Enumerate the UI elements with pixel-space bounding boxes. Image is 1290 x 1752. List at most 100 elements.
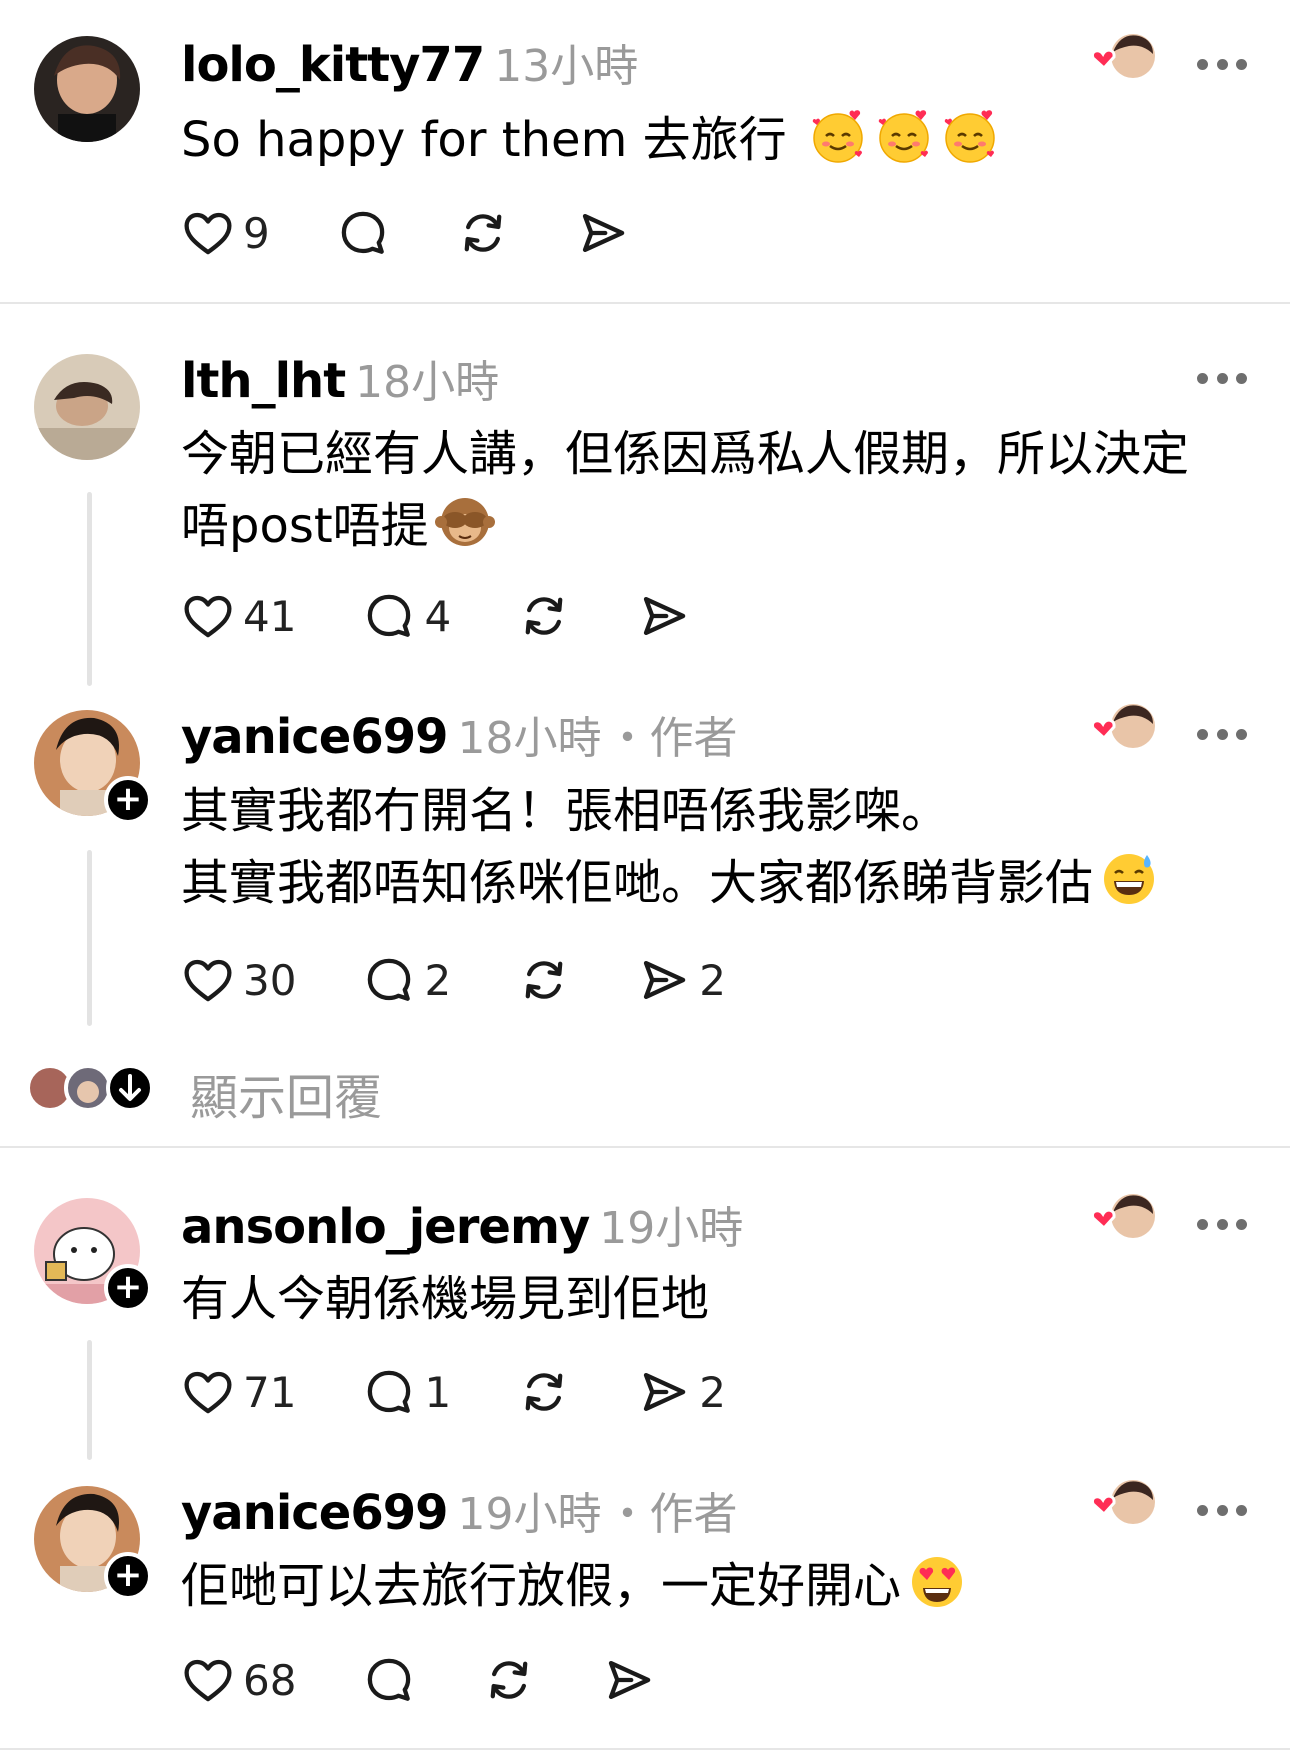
reply-button[interactable]: 4	[362, 586, 451, 646]
like-count: 41	[243, 591, 297, 641]
more-dots-icon[interactable]	[1197, 368, 1247, 388]
heart-icon	[181, 206, 235, 260]
post-header: yanice699 19小時・作者	[181, 1478, 738, 1541]
like-button[interactable]: 41	[181, 586, 296, 646]
follow-plus-icon[interactable]: +	[104, 1552, 152, 1600]
reply-count: 2	[424, 955, 452, 1005]
post-text: So happy for them 去旅行	[181, 104, 1000, 176]
repost-icon	[517, 1365, 571, 1419]
post-header: lolo_kitty77 13小時	[181, 30, 639, 93]
smiling-face-with-hearts-emoji	[874, 106, 934, 166]
send-icon	[637, 1365, 691, 1419]
send-icon	[602, 1653, 656, 1707]
like-button[interactable]: 9	[181, 203, 270, 263]
more-dots-icon[interactable]	[1197, 1500, 1247, 1520]
timestamp: 18小時	[355, 357, 500, 408]
follow-plus-icon[interactable]: +	[104, 1264, 152, 1312]
send-icon	[637, 589, 691, 643]
timestamp: 19小時	[599, 1203, 744, 1254]
more-dots-icon[interactable]	[1197, 724, 1247, 744]
avatar[interactable]	[34, 36, 140, 142]
post-text: 佢哋可以去旅行放假，一定好開心	[181, 1550, 967, 1622]
like-button[interactable]: 30	[181, 950, 296, 1010]
reply-count: 1	[424, 1367, 452, 1417]
follow-plus-icon[interactable]: +	[104, 776, 152, 824]
repost-icon	[482, 1653, 536, 1707]
author-tag: ・作者	[605, 713, 738, 764]
repost-button[interactable]	[456, 203, 510, 263]
username[interactable]: yanice699	[181, 709, 449, 765]
comment-bubble-icon	[362, 1365, 416, 1419]
share-count: 2	[699, 1367, 726, 1417]
more-dots-icon[interactable]	[1197, 54, 1247, 74]
like-button[interactable]: 71	[181, 1362, 296, 1422]
send-icon	[637, 953, 691, 1007]
action-bar: 9	[181, 203, 696, 263]
share-button[interactable]	[637, 586, 691, 646]
share-button[interactable]: 2	[637, 950, 726, 1010]
like-count: 9	[243, 208, 270, 258]
repost-button[interactable]	[517, 1362, 571, 1422]
heart-with-avatar-icon	[1087, 702, 1159, 754]
post-header: lth_lht 18小時	[181, 346, 500, 409]
heart-icon	[181, 589, 235, 643]
heart-icon	[181, 953, 235, 1007]
see-no-evil-monkey-emoji	[435, 492, 495, 552]
share-button[interactable]	[602, 1650, 656, 1710]
post-text: 其實我都冇開名！張相唔係我影㗎。 其實我都唔知係咪佢哋。大家都係睇背影估	[181, 775, 1159, 919]
comment-bubble-icon	[362, 953, 416, 1007]
like-button[interactable]: 68	[181, 1650, 296, 1710]
thread-line	[87, 492, 92, 686]
divider	[0, 302, 1290, 304]
post-header: yanice699 18小時・作者	[181, 702, 738, 765]
username[interactable]: yanice699	[181, 1485, 449, 1541]
repost-icon	[517, 953, 571, 1007]
username[interactable]: lth_lht	[181, 353, 346, 409]
share-count: 2	[699, 955, 726, 1005]
heart-with-avatar-icon	[1087, 1478, 1159, 1530]
repost-icon	[456, 206, 510, 260]
timestamp: 13小時	[494, 41, 639, 92]
send-icon	[576, 206, 630, 260]
action-bar: 41 4	[181, 586, 757, 646]
heart-eyes-emoji	[907, 1552, 967, 1612]
username[interactable]: ansonlo_jeremy	[181, 1199, 590, 1255]
timestamp: 18小時	[457, 713, 602, 764]
avatar[interactable]	[34, 354, 140, 460]
smiling-face-with-hearts-emoji	[940, 106, 1000, 166]
repost-icon	[517, 589, 571, 643]
reply-button[interactable]	[336, 203, 390, 263]
like-count: 30	[243, 955, 297, 1005]
thread-line	[87, 1340, 92, 1460]
timestamp: 19小時	[457, 1489, 602, 1540]
share-button[interactable]	[576, 203, 630, 263]
more-dots-icon[interactable]	[1197, 1214, 1247, 1234]
divider	[0, 1748, 1290, 1750]
author-tag: ・作者	[605, 1489, 738, 1540]
repost-button[interactable]	[517, 586, 571, 646]
share-button[interactable]: 2	[637, 1362, 726, 1422]
comment-bubble-icon	[362, 589, 416, 643]
smiling-face-with-hearts-emoji	[808, 106, 868, 166]
reply-avatars[interactable]	[26, 1064, 156, 1112]
like-count: 71	[243, 1367, 297, 1417]
heart-with-avatar-icon	[1087, 1192, 1159, 1244]
show-replies-link[interactable]: 顯示回覆	[190, 1058, 382, 1128]
repost-button[interactable]	[517, 950, 571, 1010]
action-bar: 71 1 2	[181, 1362, 792, 1422]
reply-button[interactable]: 2	[362, 950, 451, 1010]
comment-bubble-icon	[336, 206, 390, 260]
post-header: ansonlo_jeremy 19小時	[181, 1192, 744, 1255]
action-bar: 68	[181, 1650, 722, 1710]
grinning-sweat-emoji	[1099, 849, 1159, 909]
repost-button[interactable]	[482, 1650, 536, 1710]
post-text: 有人今朝係機場見到佢地	[181, 1271, 710, 1327]
post-text: 今朝已經有人講，但係因爲私人假期，所以決定 唔post唔提	[181, 426, 1190, 554]
heart-icon	[181, 1365, 235, 1419]
action-bar: 30 2 2	[181, 950, 792, 1010]
comment-bubble-icon	[362, 1653, 416, 1707]
username[interactable]: lolo_kitty77	[181, 37, 485, 93]
reply-button[interactable]: 1	[362, 1362, 451, 1422]
reply-count: 4	[424, 591, 452, 641]
reply-button[interactable]	[362, 1650, 416, 1710]
